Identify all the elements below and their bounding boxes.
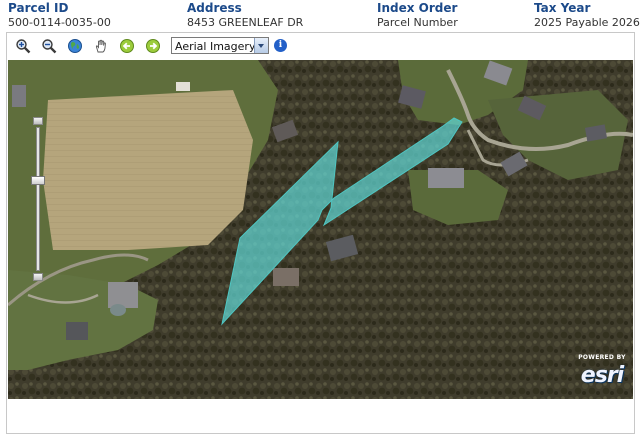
zoom-in-button[interactable] bbox=[15, 38, 31, 54]
zoom-slider-minus[interactable] bbox=[33, 273, 43, 281]
map-view[interactable]: POWERED BY esri bbox=[8, 60, 633, 399]
index-order-label: Index Order bbox=[377, 1, 458, 15]
layer-select-value: Aerial Imagery bbox=[175, 40, 256, 53]
parcel-id-column: Parcel ID 500-0114-0035-00 bbox=[8, 2, 111, 30]
address-value: 8453 GREENLEAF DR bbox=[187, 16, 304, 29]
hand-icon bbox=[95, 39, 106, 53]
zoom-slider-plus[interactable] bbox=[33, 117, 43, 125]
tax-year-value: 2025 Payable 2026 bbox=[534, 16, 640, 29]
chevron-down-icon[interactable] bbox=[254, 38, 268, 53]
zoom-out-button[interactable] bbox=[41, 38, 57, 54]
layer-select[interactable]: Aerial Imagery bbox=[171, 37, 269, 54]
index-order-column: Index Order Parcel Number bbox=[377, 2, 458, 30]
next-extent-button[interactable] bbox=[145, 38, 161, 54]
aerial-imagery bbox=[8, 60, 633, 399]
magnifier-plus-icon bbox=[16, 39, 31, 54]
previous-extent-button[interactable] bbox=[119, 38, 135, 54]
esri-attribution-logo: POWERED BY esri bbox=[571, 354, 631, 394]
address-column: Address 8453 GREENLEAF DR bbox=[187, 2, 303, 30]
zoom-slider-track[interactable] bbox=[36, 127, 40, 271]
index-order-value: Parcel Number bbox=[377, 16, 458, 29]
arrow-left-icon bbox=[120, 39, 134, 53]
tax-year-label: Tax Year bbox=[534, 1, 591, 15]
zoom-slider-thumb[interactable] bbox=[31, 175, 45, 185]
globe-icon bbox=[68, 39, 82, 53]
info-icon[interactable]: i bbox=[274, 39, 287, 52]
zoom-slider[interactable] bbox=[31, 117, 45, 281]
arrow-right-icon bbox=[146, 39, 160, 53]
address-label: Address bbox=[187, 1, 242, 15]
map-panel: Aerial Imagery i POWERED BY esri bbox=[6, 32, 635, 434]
esri-wordmark: esri bbox=[580, 363, 624, 388]
magnifier-minus-icon bbox=[42, 39, 57, 54]
parcel-id-value: 500-0114-0035-00 bbox=[8, 16, 111, 29]
parcel-id-label: Parcel ID bbox=[8, 1, 69, 15]
tax-year-column: Tax Year 2025 Payable 2026 bbox=[534, 2, 640, 30]
pan-button[interactable] bbox=[93, 38, 109, 54]
map-toolbar: Aerial Imagery i bbox=[7, 33, 634, 59]
full-extent-button[interactable] bbox=[67, 38, 83, 54]
parcel-header: Parcel ID 500-0114-0035-00 Address 8453 … bbox=[0, 0, 640, 32]
esri-powered-by: POWERED BY bbox=[578, 354, 626, 361]
